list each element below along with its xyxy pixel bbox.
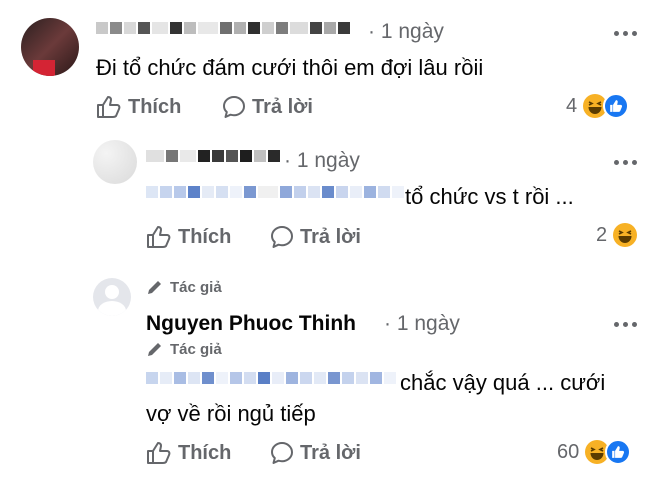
thumbs-up-icon xyxy=(147,442,171,464)
reaction-count: 2 xyxy=(596,223,608,246)
reply-button[interactable]: Trả lời xyxy=(270,225,361,249)
reply-time[interactable]: · 1 ngày xyxy=(384,312,460,336)
speech-bubble-icon xyxy=(271,442,293,464)
reply-text: tổ chức vs t rồi ... xyxy=(405,184,574,209)
reaction-summary[interactable]: 2 xyxy=(596,223,638,247)
comment-time[interactable]: · 1 ngày xyxy=(368,20,444,44)
reply-button[interactable]: Trả lời xyxy=(270,441,361,465)
thumbs-up-icon xyxy=(97,96,121,118)
like-label: Thích xyxy=(128,95,182,118)
reply-text-line1: chắc vậy quá ... cưới xyxy=(400,370,606,395)
speech-bubble-icon xyxy=(271,226,293,248)
author-badge: Tác giả xyxy=(146,278,222,296)
like-button[interactable]: Thích xyxy=(96,95,181,119)
avatar[interactable] xyxy=(21,18,79,76)
like-label: Thích xyxy=(178,441,232,464)
like-button[interactable]: Thích xyxy=(146,441,231,465)
reaction-summary[interactable]: 4 xyxy=(566,93,630,119)
avatar[interactable] xyxy=(93,278,131,316)
avatar[interactable] xyxy=(93,140,137,184)
pencil-icon xyxy=(148,343,161,356)
reply-button[interactable]: Trả lời xyxy=(222,95,313,119)
reply-label: Trả lời xyxy=(252,95,313,118)
reply-time[interactable]: · 1 ngày xyxy=(284,149,360,173)
like-reaction-icon xyxy=(605,439,632,465)
reply-label: Trả lời xyxy=(300,225,361,248)
pencil-icon xyxy=(148,281,161,294)
like-label: Thích xyxy=(178,225,232,248)
thumbs-up-icon xyxy=(147,226,171,248)
like-reaction-icon xyxy=(603,93,630,119)
haha-reaction-icon xyxy=(613,223,638,247)
like-button[interactable]: Thích xyxy=(146,225,231,249)
more-options-icon[interactable] xyxy=(614,160,637,165)
redacted-name xyxy=(146,150,280,162)
author-badge: Tác giả xyxy=(146,340,222,358)
reply-text-line2: vợ về rồi ngủ tiếp xyxy=(146,401,316,426)
reply-label: Trả lời xyxy=(300,441,361,464)
reaction-summary[interactable]: 60 xyxy=(557,439,632,465)
redacted-name xyxy=(96,22,350,34)
reaction-count: 60 xyxy=(557,440,580,463)
comment-text: Đi tổ chức đám cưới thôi em đợi lâu rồii xyxy=(96,55,484,80)
redacted-mention xyxy=(146,372,396,384)
more-options-icon[interactable] xyxy=(614,322,637,327)
more-options-icon[interactable] xyxy=(614,31,637,36)
redacted-mention xyxy=(146,186,404,198)
speech-bubble-icon xyxy=(223,96,245,118)
reaction-count: 4 xyxy=(566,94,578,117)
author-name[interactable]: Nguyen Phuoc Thinh xyxy=(146,312,356,336)
